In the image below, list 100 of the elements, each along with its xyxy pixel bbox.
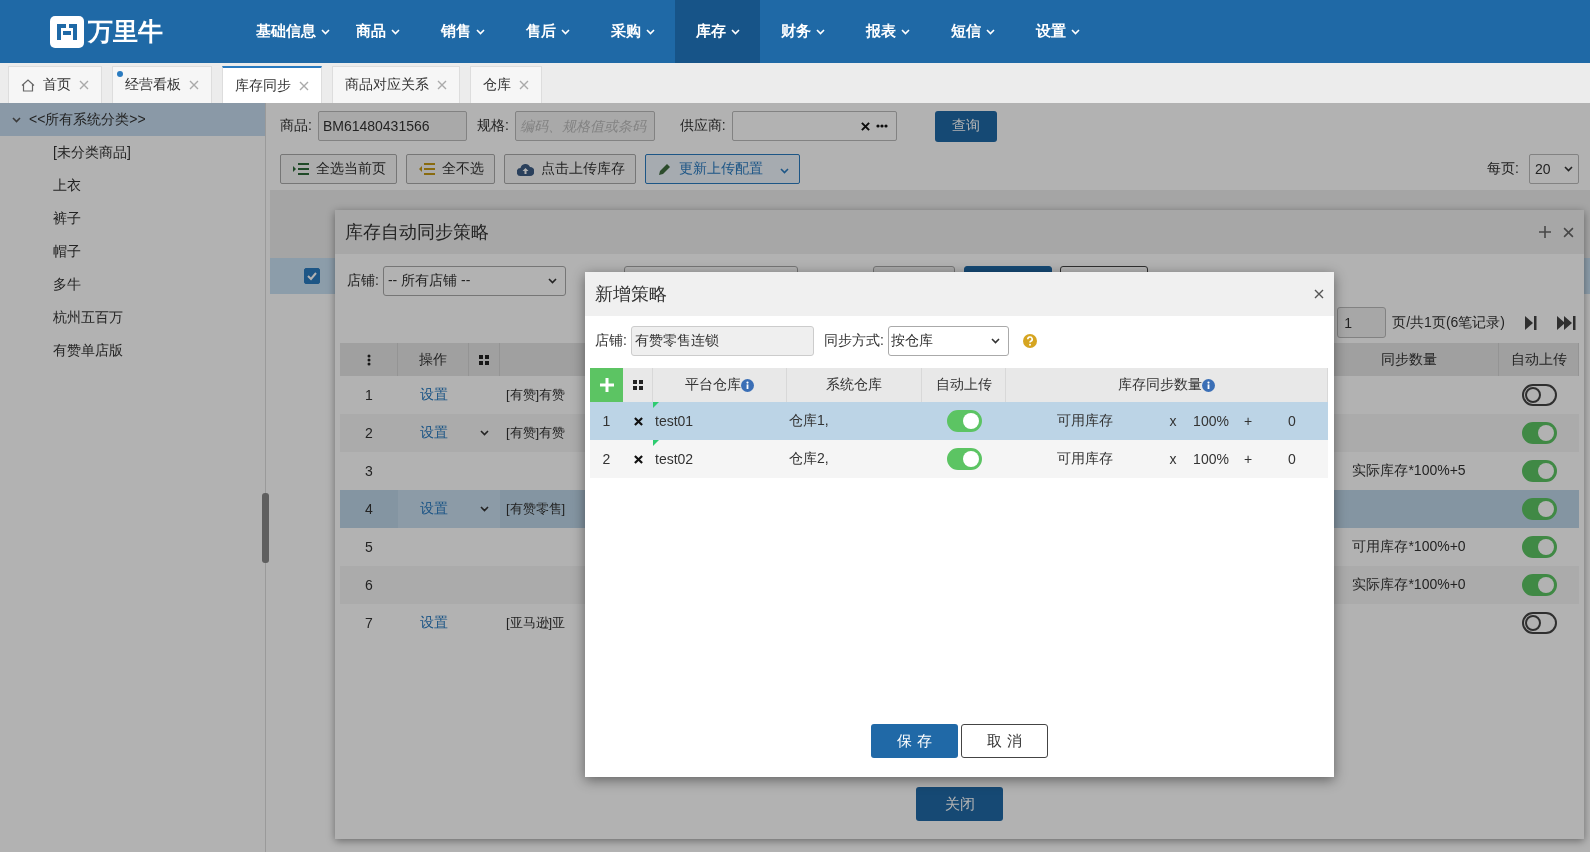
chevron-down-icon: [475, 28, 485, 35]
grid-icon: [479, 354, 489, 365]
maximize-icon[interactable]: [1539, 226, 1551, 238]
scrollbar-thumb[interactable]: [262, 493, 269, 563]
column-header: 自动上传: [935, 376, 992, 394]
row-number: 5: [365, 539, 373, 555]
field-label: 规格:: [476, 117, 509, 135]
close-icon[interactable]: [1314, 289, 1324, 299]
toggle-switch[interactable]: [1521, 498, 1557, 520]
query-button[interactable]: 查询: [934, 110, 997, 142]
picker-field[interactable]: [731, 111, 897, 141]
page-tab[interactable]: 首页: [8, 66, 102, 103]
chevron-down-icon: [390, 28, 400, 35]
home-icon: [21, 78, 35, 92]
toggle-switch[interactable]: [1521, 384, 1557, 406]
help-icon[interactable]: [1022, 334, 1037, 348]
delete-icon[interactable]: [633, 416, 643, 426]
settings-link[interactable]: 设置: [419, 424, 448, 442]
chevron-down-icon: [320, 28, 330, 35]
toggle-switch[interactable]: [1521, 422, 1557, 444]
row-number: 1: [365, 387, 373, 403]
nav-menu-item[interactable]: 报表: [845, 0, 930, 63]
table-cell-text: 100%: [1192, 451, 1230, 467]
chevron-down-icon: [560, 28, 570, 35]
column-header: 系统仓库: [826, 376, 882, 394]
nav-menu-item[interactable]: 采购: [590, 0, 675, 63]
tree-item[interactable]: 帽子: [0, 235, 265, 268]
add-row-button[interactable]: [590, 368, 623, 402]
tree-item[interactable]: [未分类商品]: [0, 136, 265, 169]
tree-item[interactable]: <<所有系统分类>>: [0, 103, 265, 136]
last-page-icon[interactable]: [1557, 314, 1576, 331]
sync-mode-select[interactable]: 按仓库: [887, 326, 1009, 356]
tree-item[interactable]: 有赞单店版: [0, 334, 265, 367]
field-label: 供应商:: [679, 117, 726, 135]
next-page-icon[interactable]: [1525, 314, 1537, 331]
page-input[interactable]: 1: [1337, 307, 1387, 338]
store-field: 有赞零售连锁: [630, 326, 814, 356]
table-cell-text: 仓库2,: [788, 450, 829, 468]
toggle-switch[interactable]: [1521, 574, 1557, 596]
table-cell-text: [亚马逊]亚: [505, 614, 566, 632]
text-field[interactable]: BM61480431566: [317, 111, 467, 141]
page-tab[interactable]: 仓库: [470, 66, 542, 103]
nav-menu-item[interactable]: 库存: [675, 0, 760, 63]
grid-icon: [632, 380, 643, 390]
row-number: 6: [365, 577, 373, 593]
toggle-switch[interactable]: [1521, 536, 1557, 558]
tree-item[interactable]: 杭州五百万: [0, 301, 265, 334]
toolbar-button[interactable]: 更新上传配置: [645, 154, 800, 184]
field-label: 同步方式:: [823, 332, 884, 350]
more-icon[interactable]: [875, 124, 888, 128]
nav-menu-item[interactable]: 售后: [505, 0, 590, 63]
close-icon[interactable]: [1563, 226, 1574, 238]
chevron-down-icon: [730, 28, 740, 35]
page-tab[interactable]: 经营看板: [112, 66, 212, 103]
nav-menu-item[interactable]: 设置: [1015, 0, 1100, 63]
settings-link[interactable]: 设置: [419, 386, 448, 404]
nav-menu-item[interactable]: 基础信息: [250, 0, 335, 63]
clear-icon[interactable]: [860, 121, 870, 131]
table-cell-text: 0: [1287, 413, 1297, 429]
row-number: 4: [365, 501, 373, 517]
delete-icon[interactable]: [633, 454, 643, 464]
store-select[interactable]: -- 所有店铺 --: [382, 266, 566, 296]
nav-menu-item[interactable]: 短信: [930, 0, 1015, 63]
chevron-down-icon: [1070, 28, 1080, 35]
toggle-switch[interactable]: [946, 448, 982, 470]
toolbar-button[interactable]: 全不选: [406, 154, 495, 184]
field-label: 店铺:: [347, 272, 379, 290]
table-cell-text: test02: [654, 451, 694, 467]
save-button[interactable]: 保 存: [871, 724, 958, 758]
row-number: 2: [365, 425, 373, 441]
row-checkbox[interactable]: [304, 268, 320, 284]
column-header: 同步数量: [1380, 350, 1437, 369]
row-number: 1: [602, 413, 611, 429]
dialog-title: 新增策略: [595, 283, 668, 306]
page-tab[interactable]: 商品对应关系: [332, 66, 460, 103]
nav-menu-item[interactable]: 销售: [420, 0, 505, 63]
page-size-select[interactable]: 20: [1529, 154, 1579, 184]
tree-item[interactable]: 多牛: [0, 268, 265, 301]
chevron-down-icon[interactable]: [480, 506, 489, 512]
page-tab[interactable]: 库存同步: [222, 66, 322, 103]
chevron-down-icon[interactable]: [480, 430, 489, 436]
toolbar-button[interactable]: 全选当前页: [280, 154, 397, 184]
toggle-switch[interactable]: [946, 410, 982, 432]
chevron-down-icon: [900, 28, 910, 35]
kebab-icon[interactable]: [366, 353, 371, 366]
plus-icon: [599, 378, 614, 392]
tree-item[interactable]: 裤子: [0, 202, 265, 235]
info-icon: [1202, 378, 1215, 392]
settings-link[interactable]: 设置: [419, 614, 448, 632]
column-header: 平台仓库: [685, 376, 741, 394]
toolbar-button[interactable]: 点击上传库存: [504, 154, 636, 184]
info-icon: [741, 378, 754, 392]
toggle-switch[interactable]: [1521, 612, 1557, 634]
tree-item[interactable]: 上衣: [0, 169, 265, 202]
toggle-switch[interactable]: [1521, 460, 1557, 482]
nav-menu-item[interactable]: 商品: [335, 0, 420, 63]
nav-menu-item[interactable]: 财务: [760, 0, 845, 63]
row-number: 7: [365, 615, 373, 631]
cancel-button[interactable]: 取 消: [961, 724, 1048, 758]
close-button[interactable]: 关闭: [916, 787, 1003, 821]
